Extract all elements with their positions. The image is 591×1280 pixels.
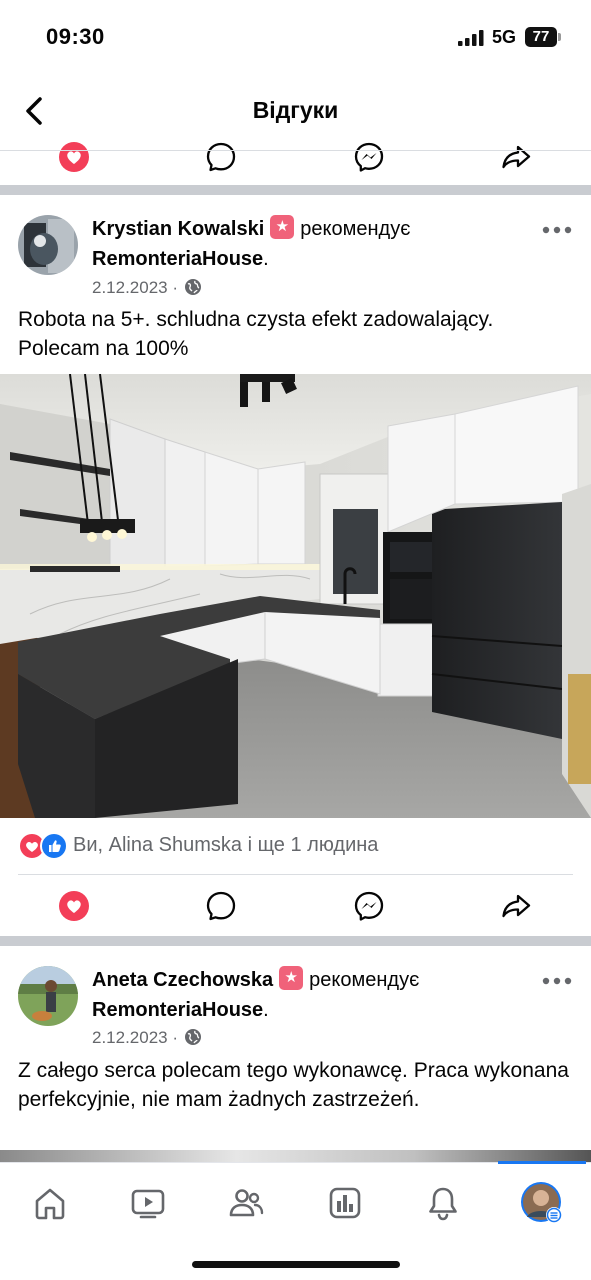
meta-separator: · [172,278,179,297]
page-name[interactable]: RemonteriaHouse [92,999,263,1021]
tab-video[interactable] [126,1181,170,1225]
globe-icon [185,279,202,295]
love-button[interactable] [54,886,94,926]
tab-profile[interactable] [520,1181,564,1225]
like-reaction-icon [40,832,68,860]
avatar-photo [18,966,78,1026]
kitchen-photo [0,374,591,818]
page-name[interactable]: RemonteriaHouse [92,248,263,270]
heart-icon [59,142,89,172]
post-header: Krystian Kowalski рекомендує RemonteriaHo… [92,214,512,274]
comment-button[interactable] [201,137,241,175]
reactions-text: Ви, Alina Shumska і ще 1 людина [73,834,379,856]
messenger-button[interactable] [349,886,389,926]
share-button[interactable] [496,886,536,926]
recommend-label: рекомендує [300,218,411,240]
share-button[interactable] [496,137,536,175]
home-indicator [192,1261,400,1268]
meta-separator: · [172,1028,179,1047]
battery-icon: 77 [525,27,561,47]
messenger-icon [354,142,384,172]
messenger-button[interactable] [349,137,389,175]
more-options-button[interactable] [540,220,574,240]
recommend-label: рекомендує [309,969,420,991]
avatar-photo [18,215,78,275]
status-bar: 09:30 5G 77 [0,0,591,75]
author-name[interactable]: Aneta Czechowska [92,969,273,991]
recommend-icon [270,215,295,239]
post-separator [0,185,591,195]
post-meta: 2.12.2023 · [92,278,202,298]
more-dots-icon [542,977,572,985]
globe-icon [185,1029,202,1045]
tab-home[interactable] [28,1181,72,1225]
status-time: 09:30 [46,24,105,49]
post-date[interactable]: 2.12.2023 [92,1028,168,1047]
post-separator [0,936,591,946]
active-tab-indicator [498,1161,586,1164]
battery-level: 77 [532,28,550,45]
post-header: Aneta Czechowska рекомендує RemonteriaHou… [92,965,512,1025]
share-icon [502,145,531,169]
heart-icon [59,891,89,921]
signal-icon [458,30,484,46]
love-button[interactable] [54,137,94,175]
bell-icon [429,1187,457,1221]
avatar[interactable] [18,966,78,1026]
tab-friends[interactable] [224,1181,268,1225]
network-type: 5G [492,27,517,47]
post-photo[interactable] [0,374,591,818]
tab-notifications[interactable] [421,1181,465,1225]
previous-post-actions [0,135,591,175]
post-text: Robota na 5+. schludna czysta efekt zado… [18,308,494,360]
page-title: Відгуки [252,97,339,123]
reactions-divider [18,874,573,875]
comment-button[interactable] [201,886,241,926]
share-icon [502,894,531,918]
tab-dashboard[interactable] [323,1181,367,1225]
friends-icon [229,1189,264,1217]
home-icon [35,1188,65,1220]
profile-icon [521,1182,562,1223]
more-options-button[interactable] [540,971,574,991]
post-meta: 2.12.2023 · [92,1028,202,1048]
author-name[interactable]: Krystian Kowalski [92,218,264,240]
header-divider [0,150,591,151]
dashboard-icon [329,1187,361,1219]
comment-icon [206,142,236,172]
reactions-summary[interactable]: Ви, Alina Shumska і ще 1 людина [18,830,573,864]
post-text: Z całego serca polecam tego wykonawcę. P… [18,1059,569,1111]
more-dots-icon [542,226,572,234]
video-icon [131,1189,165,1219]
avatar[interactable] [18,215,78,275]
post-date[interactable]: 2.12.2023 [92,278,168,297]
bottom-tab-bar [0,1161,591,1280]
recommend-icon [279,966,304,990]
comment-icon [206,891,236,921]
messenger-icon [354,891,384,921]
